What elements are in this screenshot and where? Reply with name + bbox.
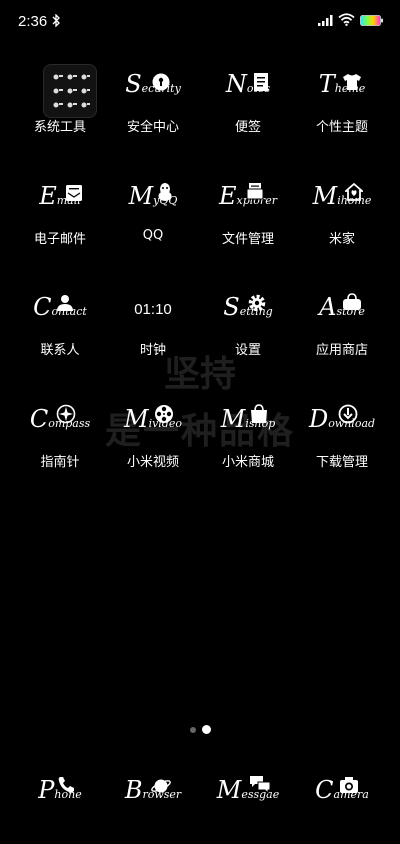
app-label: 文件管理 [221,232,274,247]
script-cap: D [308,405,329,433]
app-mihome[interactable]: Mihome 米家 [292,172,392,247]
script-cap: M [220,405,246,433]
app-explorer[interactable]: Explorer 文件管理 [198,172,298,247]
app-system-tools[interactable]: 系统工具 [10,60,110,135]
script-cap: C [33,293,52,321]
app-label: 下载管理 [315,455,368,470]
app-label: 米家 [328,232,355,247]
script-cap: M [123,405,149,433]
app-download[interactable]: Download 下载管理 [292,395,392,470]
compass-icon [56,404,76,424]
script-cap: N [225,70,247,98]
app-security[interactable]: Security 安全中心 [103,60,203,135]
signal-icon [318,15,333,26]
clock-icon: 01:10 [134,301,172,318]
app-notes[interactable]: Notes 便签 [198,60,298,135]
script-cap: S [223,293,240,321]
shopping-bag-icon [251,404,267,423]
phone-icon [58,777,74,793]
app-appstore[interactable]: Astore 应用商店 [292,283,392,358]
script-cap: B [124,776,143,804]
app-label: 便签 [234,120,261,135]
script-cap: T [318,70,335,98]
app-theme[interactable]: Theme 个性主题 [292,60,392,135]
status-bar: 2:36 [0,0,400,44]
status-time: 2:36 [18,13,48,30]
folder-file-icon [246,183,264,200]
film-reel-icon [155,405,173,423]
qq-penguin-icon [158,183,172,201]
app-label: 应用商店 [315,343,368,358]
camera-icon [340,777,358,793]
script-cap: M [128,182,154,210]
script-cap: A [319,293,337,321]
wifi-icon [338,13,355,26]
script-cap: E [219,182,237,210]
person-icon [57,295,73,311]
app-label: 小米视频 [126,455,179,470]
script-cap: M [216,776,242,804]
dock-message[interactable]: Messgae [198,766,298,822]
app-mishop[interactable]: Mishop 小米商城 [198,395,298,470]
script-cap: C [315,776,334,804]
app-label: 个性主题 [315,120,368,135]
script-cap: S [125,70,142,98]
script-cap: E [39,182,57,210]
app-label: 联系人 [40,343,80,358]
app-label: 小米商城 [221,455,274,470]
bag-icon [343,293,361,310]
app-qq[interactable]: MyQQ QQ [103,172,203,243]
dock: Phone Browser Messgae Camera [0,766,400,822]
chat-bubble-icon [250,776,271,794]
note-icon [254,73,268,91]
planet-icon [151,779,171,793]
page-indicator [0,724,400,736]
app-label: 电子邮件 [33,232,86,247]
battery-icon [360,15,383,26]
script-cap: C [29,405,49,433]
script-cap: P [38,776,55,804]
download-icon [338,404,358,424]
app-clock[interactable]: 01:10 时钟 [103,283,203,358]
app-settings[interactable]: Setting 设置 [198,283,298,358]
mail-icon [66,185,82,201]
app-email[interactable]: Email 电子邮件 [10,172,110,247]
app-label: QQ [142,228,164,243]
home-icon [345,183,363,201]
app-label: 安全中心 [126,120,179,135]
app-compass[interactable]: Compass 指南针 [10,395,110,470]
app-label: 指南针 [40,455,80,470]
dock-browser[interactable]: Browser [103,766,203,822]
folder-icon [43,64,97,118]
tshirt-icon [343,74,361,90]
gear-icon [248,294,266,312]
dock-phone[interactable]: Phone [10,766,110,822]
script-cap: M [312,182,338,210]
bluetooth-icon [52,14,60,27]
app-label: 时钟 [139,343,166,358]
app-label: 设置 [234,343,261,358]
app-mivideo[interactable]: Mivideo 小米视频 [103,395,203,470]
page-dot[interactable] [190,727,196,733]
dock-camera[interactable]: Camera [292,766,392,822]
page-dot-active[interactable] [202,725,211,734]
shield-icon [152,73,170,91]
app-contact[interactable]: Contact 联系人 [10,283,110,358]
